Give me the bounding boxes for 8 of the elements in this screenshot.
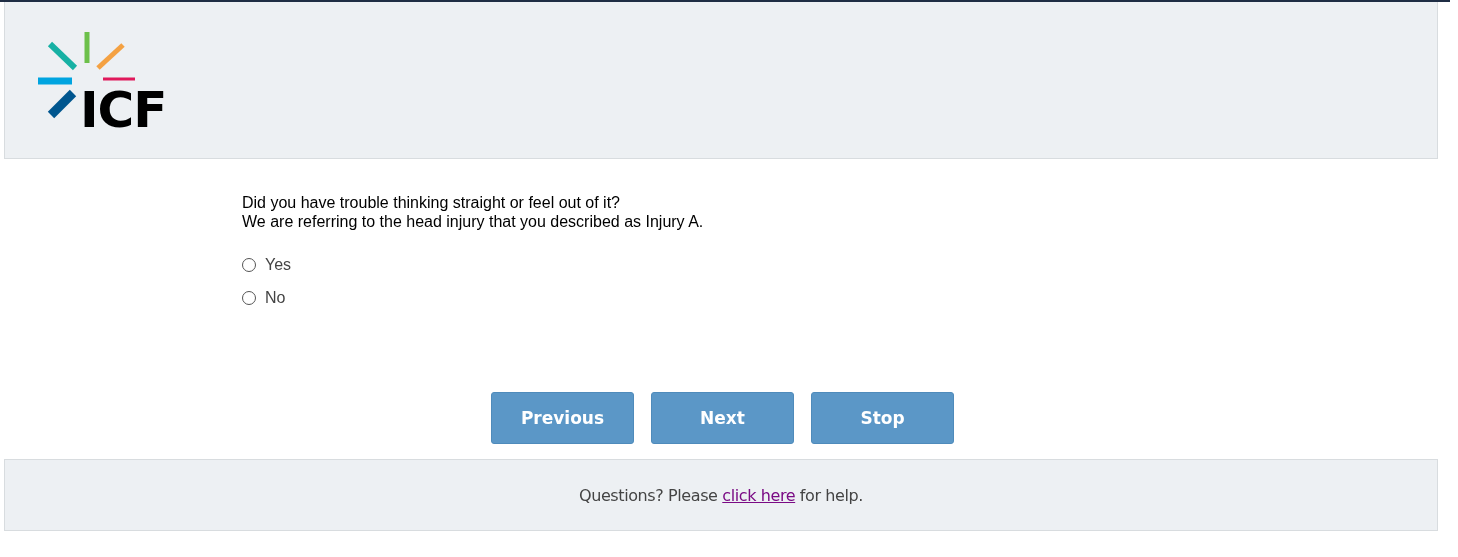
help-sentence: Questions? Please click here for help.	[578, 485, 864, 505]
question-text: Did you have trouble thinking straight or feel out of it? We are referring to the head injury that you described as Injury A.	[242, 193, 705, 231]
option-label[interactable]: No	[265, 288, 286, 307]
radio-button[interactable]	[242, 257, 256, 272]
help-link[interactable]: click here	[722, 485, 796, 505]
logo-text: ICF	[80, 88, 167, 132]
radio-button[interactable]	[242, 290, 256, 305]
option-label[interactable]: Yes	[265, 255, 292, 274]
